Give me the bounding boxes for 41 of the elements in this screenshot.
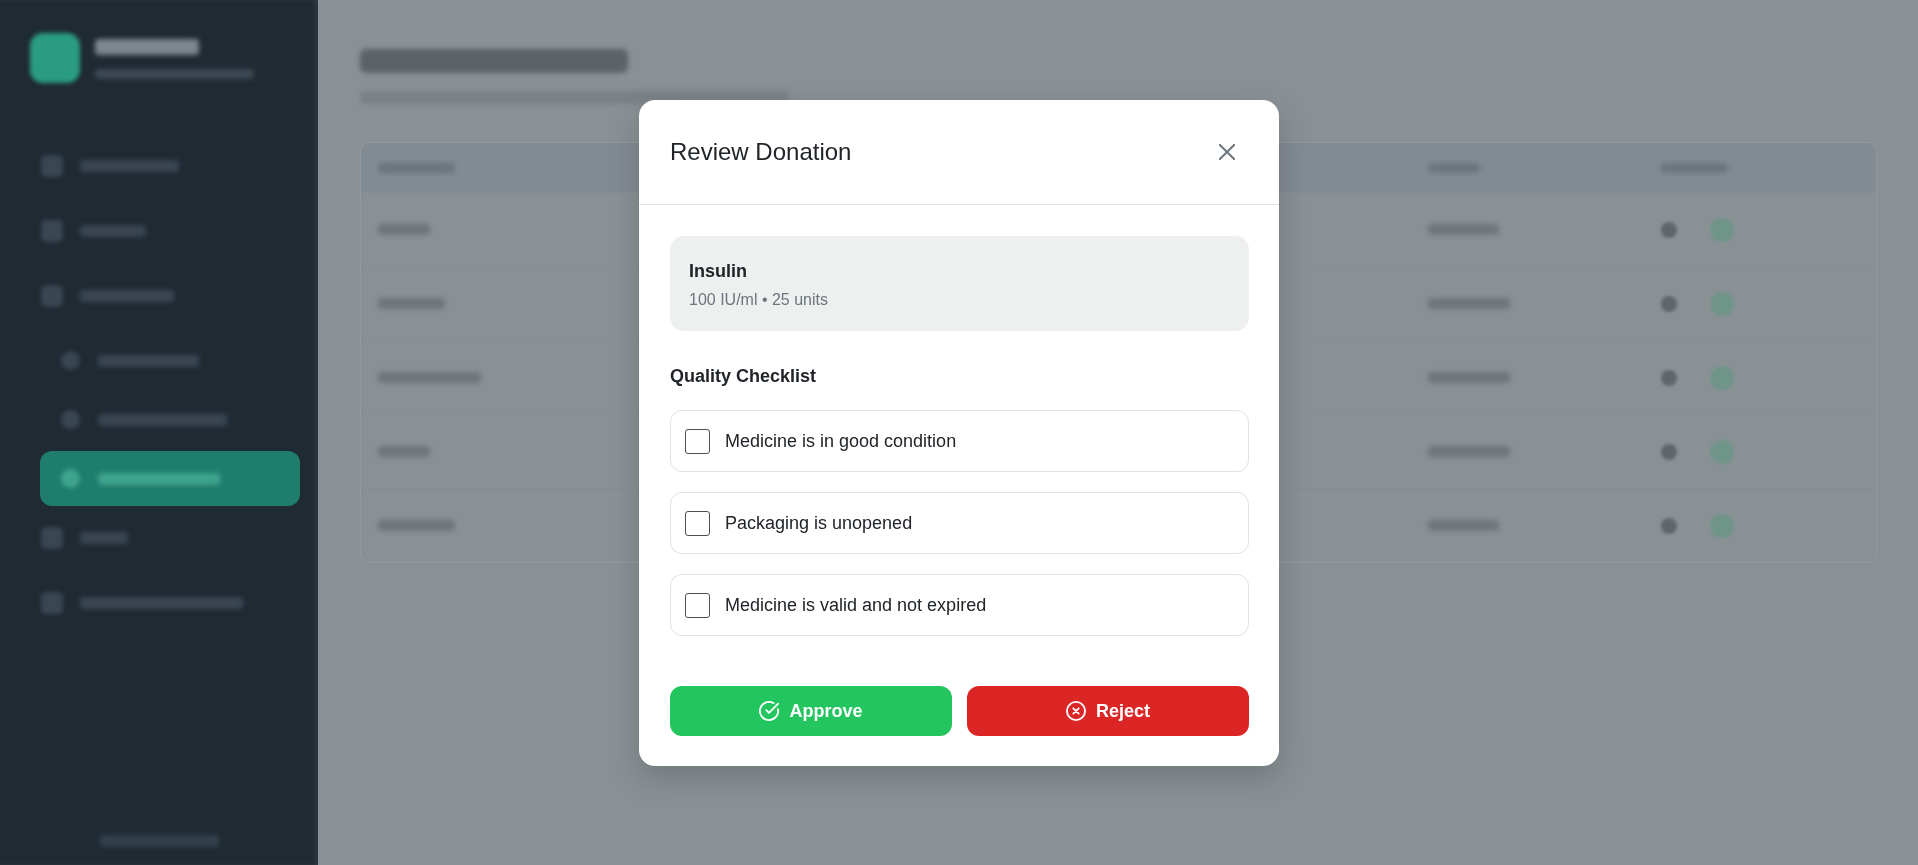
checkbox[interactable] [685, 592, 710, 618]
x-circle-icon [1066, 701, 1086, 721]
blurred-nav-icon [41, 155, 63, 177]
blurred-nav-icon [61, 351, 80, 370]
dialog-title: Review Donation [670, 137, 852, 167]
blurred-circle-icon [1710, 291, 1734, 316]
medicine-name: Insulin [689, 260, 748, 283]
checklist-option[interactable]: Medicine is valid and not expired [670, 574, 1249, 636]
option-label: Medicine is in good condition [725, 429, 957, 453]
blurred-nav-icon [41, 592, 63, 614]
checkbox[interactable] [685, 428, 710, 454]
blurred-nav-icon [41, 527, 63, 549]
blurred-dot-icon [1661, 369, 1677, 386]
blurred-cell-text [378, 224, 430, 235]
blurred-logo-icon [30, 33, 80, 83]
option-label: Packaging is unopened [725, 511, 913, 535]
blurred-circle-icon [1710, 217, 1734, 242]
checklist-heading: Quality Checklist [670, 365, 818, 388]
checklist-option[interactable]: Medicine is in good condition [670, 410, 1249, 472]
checklist-option[interactable]: Packaging is unopened [670, 492, 1249, 554]
blurred-cell-text [378, 298, 445, 309]
blurred-nav-icon [61, 469, 80, 488]
blurred-nav-icon [41, 220, 63, 242]
blurred-dot-icon [1661, 443, 1677, 460]
blurred-dot-icon [1661, 221, 1677, 238]
blurred-dot-icon [1661, 295, 1677, 312]
check-circle-icon [759, 701, 780, 721]
checkbox[interactable] [685, 510, 710, 536]
blurred-cell-text [378, 446, 430, 457]
reject-button[interactable]: Reject [967, 686, 1249, 736]
blurred-circle-icon [1710, 365, 1734, 390]
medicine-details: 100 IU/ml • 25 units [689, 290, 829, 310]
blurred-circle-icon [1710, 513, 1734, 538]
blurred-cell-text [1428, 520, 1499, 531]
blurred-nav-icon [61, 410, 80, 429]
close-icon [1219, 144, 1235, 160]
blurred-cell-text [1428, 224, 1499, 235]
blurred-circle-icon [1710, 439, 1734, 464]
option-label: Medicine is valid and not expired [725, 593, 987, 617]
blurred-dot-icon [1661, 517, 1677, 534]
blurred-nav-icon [41, 285, 63, 307]
